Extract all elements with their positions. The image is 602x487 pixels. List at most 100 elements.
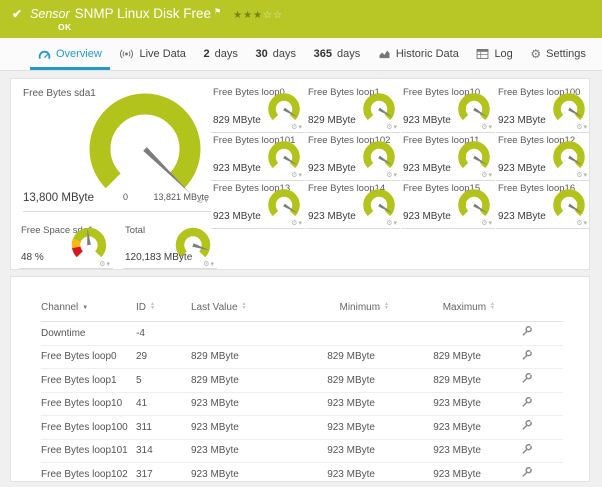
table-row-free-bytes-loop101[interactable]: Free Bytes loop101 314 923 MByte 923 MByte 9…: [41, 439, 563, 463]
cell-channel[interactable]: Free Bytes loop1: [41, 368, 136, 393]
primary-gauge-cell[interactable]: Free Bytes sda1 13,800 MByte 0 13,821 MB…: [19, 79, 211, 219]
gauge-free-bytes-loop102[interactable]: Free Bytes loop102 923 MByte ⚙▾: [306, 133, 400, 181]
gauge-value: 923 MByte: [403, 115, 451, 126]
table-row-free-bytes-loop0[interactable]: Free Bytes loop0 29 829 MByte 829 MByte 829 …: [41, 345, 563, 369]
primary-gauge-min: 0: [123, 192, 129, 202]
star-icon[interactable]: ☆: [263, 10, 273, 21]
cell-channel[interactable]: Free Bytes loop100: [41, 415, 136, 440]
status-badge: OK: [58, 22, 72, 32]
pin-icon[interactable]: ▾: [488, 220, 493, 227]
pin-icon[interactable]: ▾: [583, 124, 588, 131]
pin-icon[interactable]: ▾: [583, 172, 588, 179]
pin-icon[interactable]: ▾: [488, 124, 493, 131]
table-row-free-bytes-loop1[interactable]: Free Bytes loop1 5 829 MByte 829 MByte 829 M…: [41, 368, 563, 393]
wrench-icon[interactable]: [521, 467, 532, 478]
gauge-free-bytes-loop1[interactable]: Free Bytes loop1 829 MByte ⚙▾: [306, 85, 400, 133]
pin-icon[interactable]: ▾: [488, 172, 493, 179]
cell-channel[interactable]: Downtime: [41, 321, 136, 346]
gauge-free-bytes-loop15[interactable]: Free Bytes loop15 923 MByte ⚙▾: [401, 181, 495, 229]
star-icon[interactable]: ★: [253, 10, 263, 21]
tab-overview[interactable]: Overview: [30, 38, 110, 70]
gauge-free-space-sda1[interactable]: Free Space sda1 48 % ⚙▾: [19, 223, 113, 269]
tab-2-days[interactable]: 2 days: [204, 38, 238, 70]
column-header-minimum[interactable]: Minimum ▲ ▼: [313, 299, 389, 322]
gauge-free-bytes-loop11[interactable]: Free Bytes loop11 923 MByte ⚙▾: [401, 133, 495, 181]
gauge-free-bytes-loop10[interactable]: Free Bytes loop10 923 MByte ⚙▾: [401, 85, 495, 133]
pin-icon[interactable]: ▾: [393, 172, 398, 179]
column-header-last-value[interactable]: Last Value ▲ ▼: [191, 299, 313, 322]
gauge-free-bytes-loop100[interactable]: Free Bytes loop100 923 MByte ⚙▾: [496, 85, 590, 133]
wrench-icon[interactable]: [521, 373, 532, 384]
gauge-value: 923 MByte: [213, 211, 261, 222]
cell-channel[interactable]: Free Bytes loop101: [41, 439, 136, 463]
wrench-icon[interactable]: [521, 396, 532, 408]
cell-last-value: 923 MByte: [191, 462, 313, 481]
cell-last-value: 829 MByte: [191, 345, 313, 369]
status-check-icon: ✔: [12, 7, 23, 21]
wrench-icon[interactable]: [521, 349, 532, 361]
gauge-arc: [268, 93, 300, 121]
tab-live-data[interactable]: Live Data: [119, 38, 186, 70]
pin-icon[interactable]: ▾: [298, 124, 303, 131]
priority-stars[interactable]: ★★★☆☆: [233, 10, 283, 21]
tab-365-days[interactable]: 365 days: [314, 38, 361, 70]
star-icon[interactable]: ★: [243, 10, 253, 21]
gauge-arc: [553, 93, 585, 121]
cell-id: 29: [136, 345, 191, 369]
channel-table: Channel ▼ ID ▲ ▼ Last Value ▲ ▼ Minimum ▲ ▼ Maximum…: [41, 299, 563, 481]
pin-icon[interactable]: ▾: [298, 220, 303, 227]
table-row-free-bytes-loop10[interactable]: Free Bytes loop10 41 923 MByte 923 MByte 923…: [41, 392, 563, 416]
cell-channel[interactable]: Free Bytes loop10: [41, 392, 136, 416]
cell-actions: [495, 368, 563, 393]
cell-channel[interactable]: Free Bytes loop102: [41, 462, 136, 481]
gear-icon: ⚙: [530, 47, 542, 61]
tab-historic-data[interactable]: Historic Data: [378, 38, 459, 70]
cell-channel[interactable]: Free Bytes loop0: [41, 345, 136, 369]
wrench-icon[interactable]: [521, 443, 532, 455]
pin-icon[interactable]: ▾: [393, 220, 398, 227]
gauge-label: Total: [125, 225, 146, 236]
gauge-free-bytes-loop12[interactable]: Free Bytes loop12 923 MByte ⚙▾: [496, 133, 590, 181]
sort-icon: ▲ ▼: [490, 301, 495, 311]
tab-log[interactable]: Log: [476, 38, 513, 70]
table-row-free-bytes-loop102[interactable]: Free Bytes loop102 317 923 MByte 923 MByte 9…: [41, 462, 563, 481]
table-row-free-bytes-loop100[interactable]: Free Bytes loop100 311 923 MByte 923 MByte 9…: [41, 415, 563, 440]
column-header-id[interactable]: ID ▲ ▼: [136, 299, 191, 322]
pin-icon[interactable]: ▾: [204, 198, 209, 205]
pin-icon[interactable]: ▾: [106, 261, 111, 268]
pin-icon[interactable]: ▾: [210, 261, 215, 268]
cell-actions: [495, 462, 563, 481]
star-icon[interactable]: ★: [233, 10, 243, 21]
gauge-value: 829 MByte: [213, 115, 261, 126]
gauge-free-bytes-loop14[interactable]: Free Bytes loop14 923 MByte ⚙▾: [306, 181, 400, 229]
column-header-maximum[interactable]: Maximum ▲ ▼: [389, 299, 495, 322]
column-header-actions: [495, 299, 563, 322]
star-icon[interactable]: ☆: [273, 10, 283, 21]
pin-icon[interactable]: ▾: [298, 172, 303, 179]
cell-actions: [495, 392, 563, 416]
gauge-free-bytes-loop101[interactable]: Free Bytes loop101 923 MByte ⚙▾: [211, 133, 305, 181]
wrench-icon[interactable]: [521, 326, 532, 337]
gauge-arc: [71, 227, 107, 258]
gauge-free-bytes-loop13[interactable]: Free Bytes loop13 923 MByte ⚙▾: [211, 181, 305, 229]
column-header-channel[interactable]: Channel ▼: [41, 299, 136, 322]
pin-icon[interactable]: ▾: [393, 124, 398, 131]
tab-30-days[interactable]: 30 days: [256, 38, 297, 70]
table-row-downtime[interactable]: Downtime -4: [41, 321, 563, 346]
gauge-free-bytes-loop16[interactable]: Free Bytes loop16 923 MByte ⚙▾: [496, 181, 590, 229]
wrench-icon[interactable]: [521, 420, 532, 431]
gauge-arc: [268, 189, 300, 217]
primary-gauge-settings-icons[interactable]: ⚙▾: [197, 197, 209, 205]
cell-maximum: 829 MByte: [389, 345, 495, 369]
cell-last-value: 923 MByte: [191, 392, 313, 416]
gauge-total[interactable]: Total 120,183 MByte ⚙▾: [123, 223, 217, 269]
gauge-free-bytes-loop0[interactable]: Free Bytes loop0 829 MByte ⚙▾: [211, 85, 305, 133]
tab-settings[interactable]: ⚙ Settings: [530, 38, 586, 70]
pin-icon[interactable]: ▾: [583, 220, 588, 227]
cell-minimum: 923 MByte: [313, 439, 389, 463]
gauge-value: 923 MByte: [498, 115, 546, 126]
sort-icon: ▲ ▼: [384, 301, 389, 311]
flag-icon[interactable]: ⚑: [214, 7, 221, 16]
cell-minimum: 923 MByte: [313, 415, 389, 440]
cell-id: -4: [136, 321, 191, 346]
